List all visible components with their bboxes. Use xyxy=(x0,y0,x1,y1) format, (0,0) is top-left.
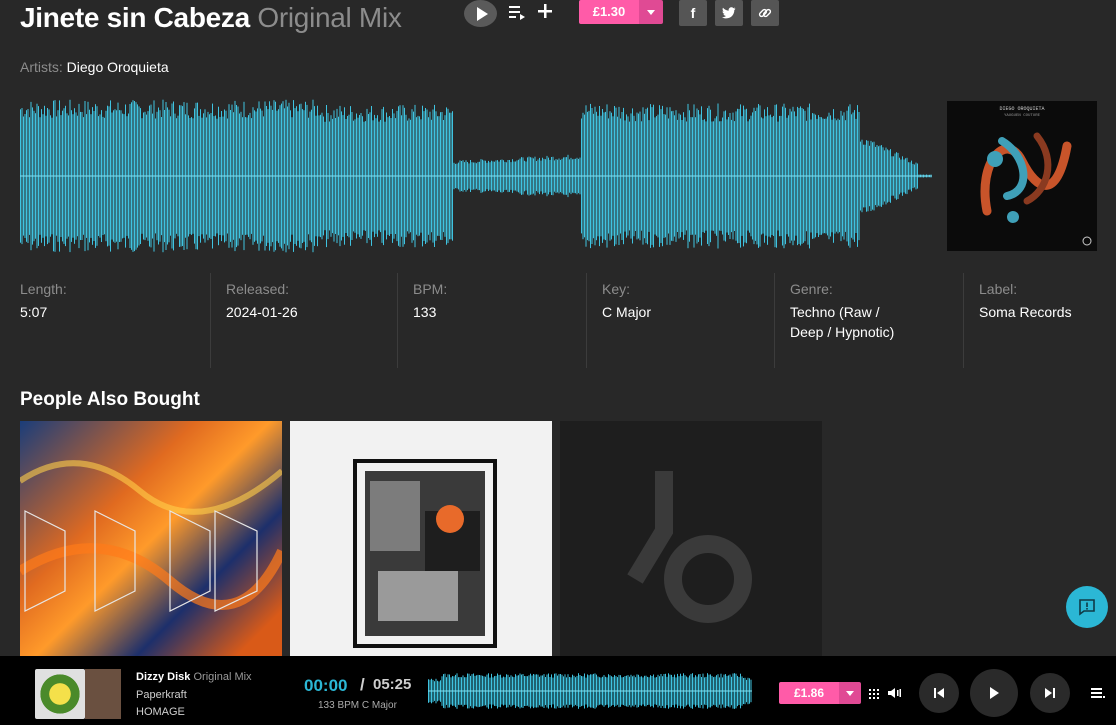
track-title: Jinete sin Cabeza Original Mix xyxy=(20,2,402,34)
meta-value: 2024-01-26 xyxy=(226,304,298,320)
meta-value: 133 xyxy=(413,304,437,320)
grid-icon[interactable] xyxy=(868,686,882,700)
play-button[interactable] xyxy=(464,0,497,27)
player-label[interactable]: HOMAGE xyxy=(136,706,185,718)
meta-key-signature: Key: C Major xyxy=(586,273,774,368)
dropdown-arrow-icon[interactable] xyxy=(839,682,861,704)
meta-key: Label: xyxy=(979,281,1018,297)
cover-artist: DIEGO OROQUIETA xyxy=(999,106,1044,112)
next-icon xyxy=(1045,688,1055,698)
add-to-queue-icon[interactable] xyxy=(508,3,526,21)
player-track-title[interactable]: Dizzy Disk Original Mix xyxy=(136,671,252,683)
related-release-card[interactable] xyxy=(290,421,552,661)
player-buy-button[interactable]: £1.86 xyxy=(779,682,861,704)
people-also-bought-heading: People Also Bought xyxy=(20,389,200,410)
player-track-mix: Original Mix xyxy=(193,671,252,683)
track-cover-art[interactable]: DIEGO OROQUIETA YAUGUEN COUTURE xyxy=(947,101,1097,251)
meta-key: BPM: xyxy=(413,281,448,297)
player-cover-art-secondary[interactable] xyxy=(85,669,121,719)
artists-line: Artists: Diego Oroquieta xyxy=(20,59,169,75)
player-artist[interactable]: Paperkraft xyxy=(136,689,187,701)
meta-released: Released: 2024-01-26 xyxy=(210,273,397,368)
meta-value: 5:07 xyxy=(20,304,48,320)
current-time: 00:00 xyxy=(304,676,348,695)
player-track-info: 133 BPM C Major xyxy=(318,700,397,711)
player-waveform[interactable] xyxy=(428,670,752,712)
meta-key: Length: xyxy=(20,281,67,297)
track-metadata: Length: 5:07 Released: 2024-01-26 BPM: 1… xyxy=(20,273,1096,368)
artists-label: Artists: xyxy=(20,59,63,75)
track-header: Jinete sin Cabeza Original Mix xyxy=(20,0,402,36)
plus-icon[interactable] xyxy=(535,1,555,21)
meta-value: C Major xyxy=(602,304,652,320)
track-mix: Original Mix xyxy=(257,2,402,33)
meta-key: Key: xyxy=(602,281,631,297)
meta-key: Genre: xyxy=(790,281,833,297)
genre-link[interactable]: Techno (Raw / Deep / Hypnotic) xyxy=(790,302,915,368)
track-name: Jinete sin Cabeza xyxy=(20,2,250,33)
player-cover-art[interactable] xyxy=(35,669,85,719)
total-time: 05:25 xyxy=(373,676,412,693)
meta-label: Label: Soma Records xyxy=(963,273,1096,368)
player-buy-price[interactable]: £1.86 xyxy=(779,682,839,704)
chat-icon[interactable] xyxy=(1066,586,1108,628)
meta-bpm: BPM: 133 xyxy=(397,273,586,368)
previous-icon xyxy=(934,688,944,698)
buy-price[interactable]: £1.30 xyxy=(579,0,639,24)
twitter-icon[interactable] xyxy=(715,0,743,26)
volume-icon[interactable] xyxy=(887,686,901,700)
buy-button[interactable]: £1.30 xyxy=(579,0,663,24)
play-button[interactable] xyxy=(970,669,1018,717)
cover-release: YAUGUEN COUTURE xyxy=(1004,114,1041,118)
previous-button[interactable] xyxy=(919,673,959,713)
label-link[interactable]: Soma Records xyxy=(979,302,1096,368)
play-icon xyxy=(990,687,999,699)
facebook-icon[interactable]: f xyxy=(679,0,707,26)
link-icon[interactable] xyxy=(751,0,779,26)
dropdown-arrow-icon[interactable] xyxy=(639,0,663,24)
track-waveform[interactable] xyxy=(20,98,932,254)
next-button[interactable] xyxy=(1030,673,1070,713)
time-separator: / xyxy=(360,675,365,694)
player-track-name[interactable]: Dizzy Disk xyxy=(136,671,190,683)
meta-genre: Genre: Techno (Raw / Deep / Hypnotic) xyxy=(774,273,963,368)
artist-link[interactable]: Diego Oroquieta xyxy=(67,59,169,75)
meta-key: Released: xyxy=(226,281,290,297)
player-bar: Dizzy Disk Original Mix Paperkraft HOMAG… xyxy=(0,656,1116,725)
queue-icon[interactable] xyxy=(1090,685,1106,701)
meta-length: Length: 5:07 xyxy=(20,273,210,368)
related-release-card[interactable] xyxy=(560,421,822,661)
related-release-card[interactable] xyxy=(20,421,282,661)
